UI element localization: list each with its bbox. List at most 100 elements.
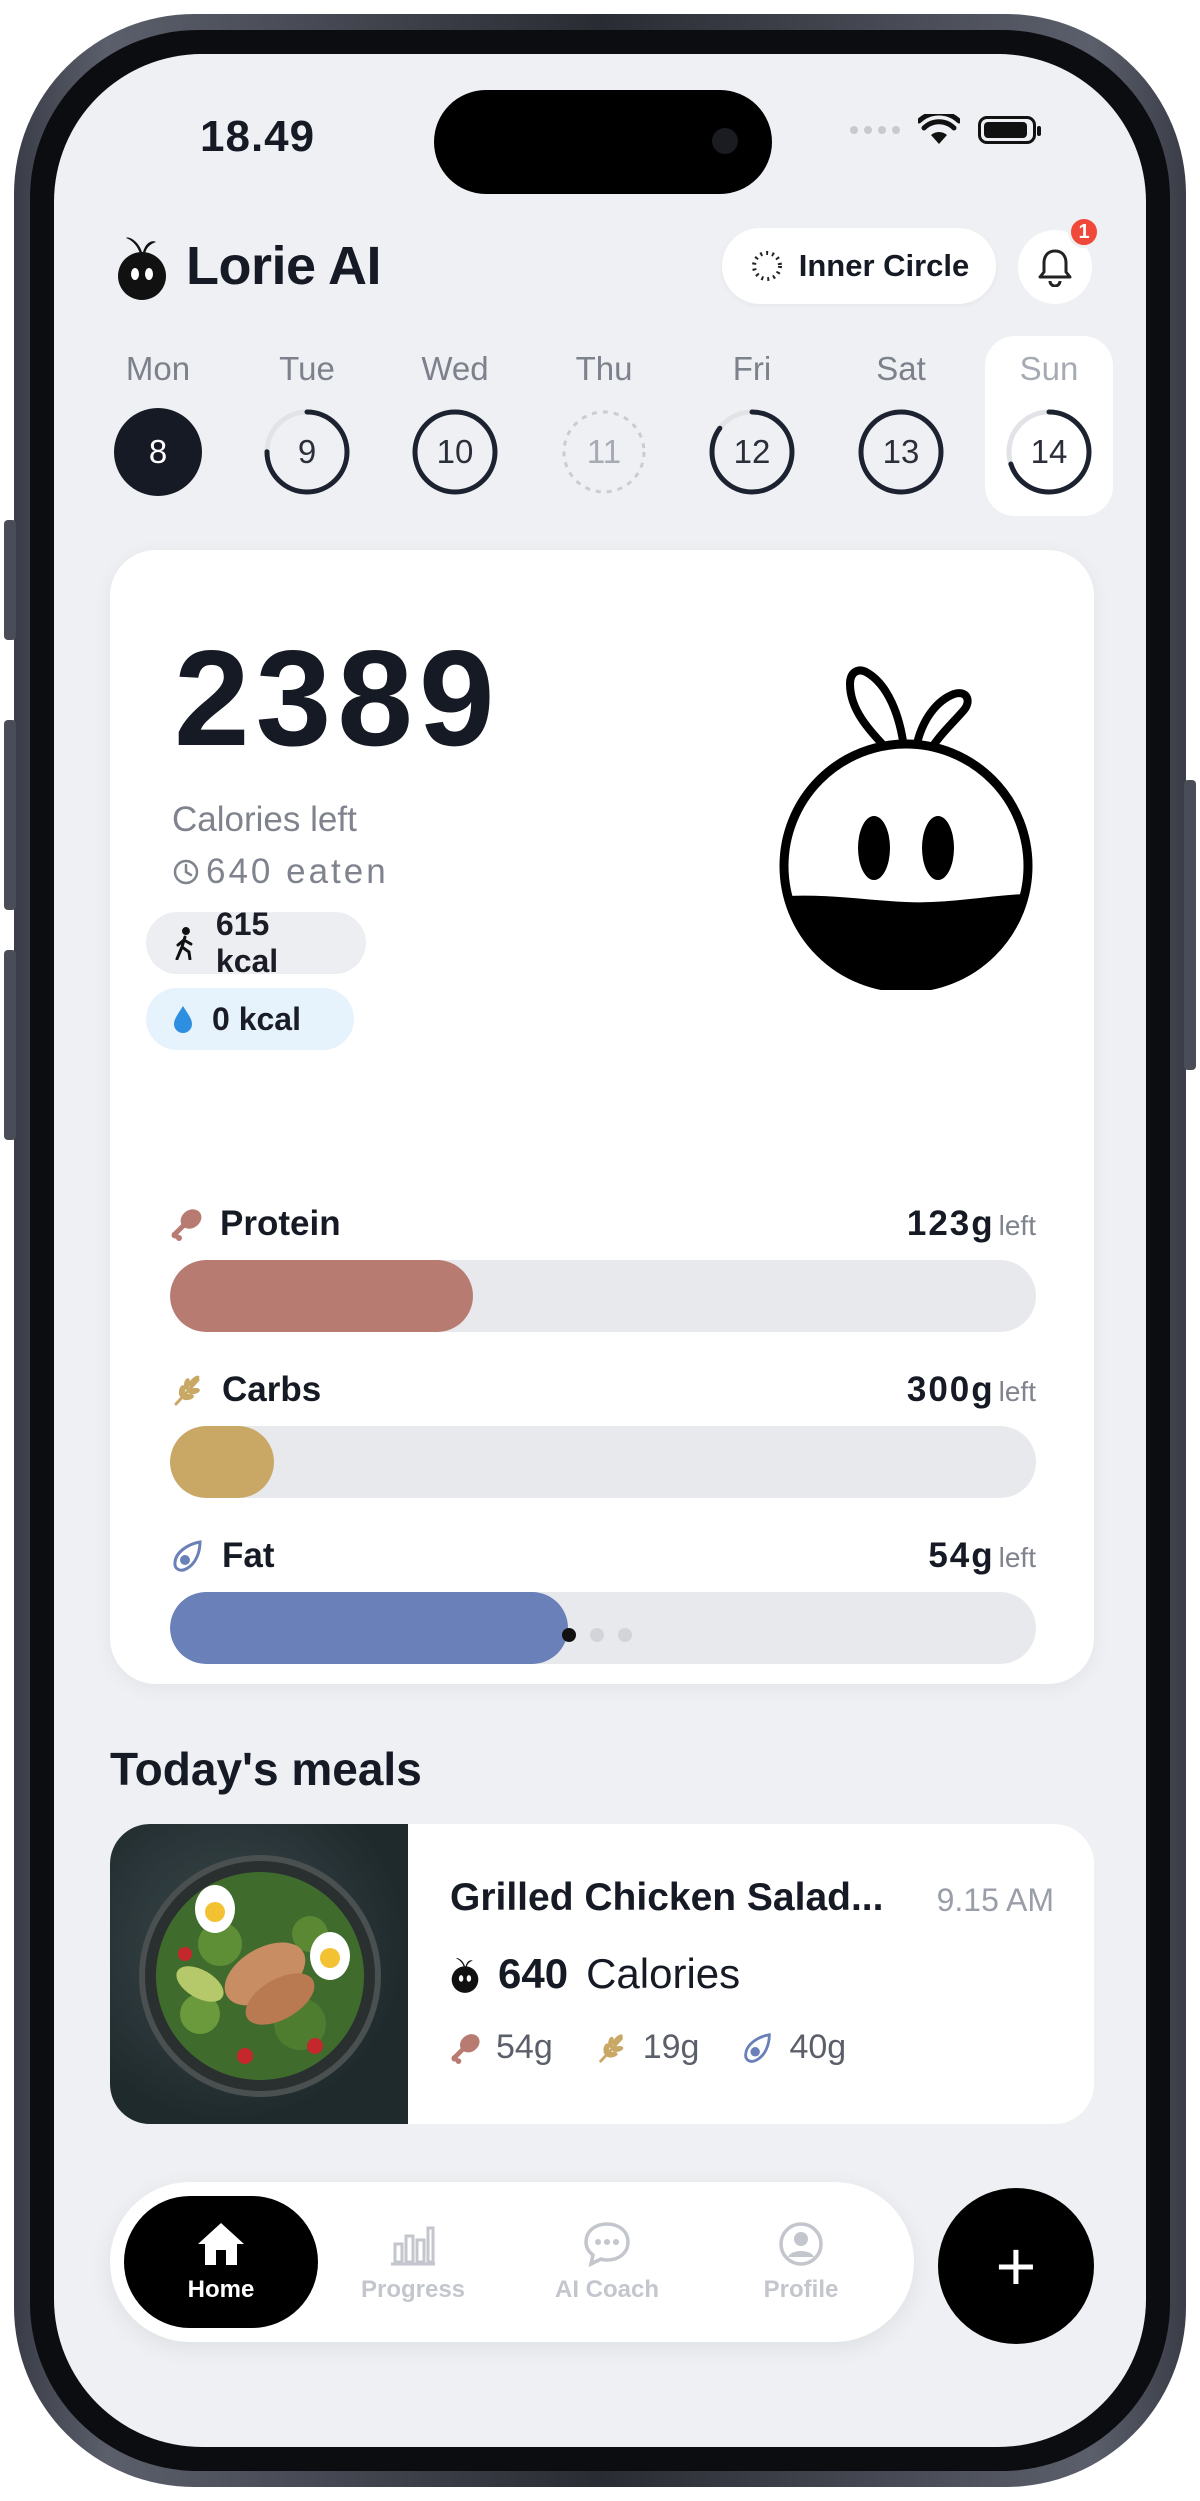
day-progress-ring: 14: [1003, 406, 1095, 498]
day-fri[interactable]: Fri 12: [688, 336, 816, 516]
nav-profile[interactable]: Profile: [704, 2196, 898, 2328]
power-button: [1184, 780, 1196, 1070]
home-icon: [198, 2223, 244, 2265]
day-progress-ring: 9: [261, 406, 353, 498]
protein-progress-bar: [170, 1260, 1036, 1332]
day-name: Mon: [125, 350, 191, 387]
app-screen: 18.49 Lorie AI Inner Circle 1 Mon 8 Tue …: [54, 54, 1146, 2447]
meal-fat: 40g: [789, 2028, 847, 2066]
card-pager[interactable]: [562, 1628, 632, 1642]
carbs-macro[interactable]: Carbs 300g left: [170, 1366, 1036, 1498]
notification-badge: 1: [1068, 216, 1100, 248]
meal-card[interactable]: Grilled Chicken Salad... 9.15 AM 640 Cal…: [110, 1824, 1094, 2124]
todays-meals-title: Today's meals: [110, 1743, 422, 1795]
protein-remaining: 123g: [906, 1204, 995, 1243]
calories-eaten: 640 eaten: [172, 852, 389, 892]
week-strip: Mon 8 Tue 9 Wed 10 Thu 11 Fri 12 Sat 13 Sun 14: [94, 336, 1134, 546]
drumstick-icon: [171, 1209, 202, 1241]
camera-icon: [712, 128, 738, 154]
battery-icon: [978, 116, 1041, 144]
day-date: 9: [297, 433, 317, 470]
add-meal-button[interactable]: +: [938, 2188, 1094, 2344]
fat-left-suffix: left: [998, 1542, 1036, 1573]
salad-bowl-illustration: [139, 1855, 381, 2097]
protein-macro[interactable]: Protein 123g left: [170, 1200, 1036, 1332]
water-value: 0 kcal: [212, 1000, 301, 1037]
mascot-illustration: [779, 666, 1033, 990]
carbs-progress-fill: [170, 1426, 274, 1498]
day-sun[interactable]: Sun 14: [985, 336, 1113, 516]
meal-calories-label: Calories: [586, 1950, 741, 1997]
day-date: 13: [882, 433, 920, 470]
nav-ai-coach[interactable]: AI Coach: [510, 2196, 704, 2328]
inner-circle-button[interactable]: Inner Circle: [722, 228, 996, 304]
pager-dot[interactable]: [590, 1628, 604, 1642]
volume-down-button: [4, 950, 16, 1140]
day-name: Wed: [421, 350, 489, 387]
fat-progress-fill: [170, 1592, 569, 1664]
app-header: Lorie AI: [116, 230, 382, 302]
pager-dot[interactable]: [562, 1628, 576, 1642]
bell-icon: [1038, 249, 1072, 287]
day-mon[interactable]: Mon 8: [94, 336, 222, 516]
protein-label: Protein: [220, 1204, 341, 1243]
day-name: Sun: [1019, 350, 1079, 387]
meal-carbs: 19g: [642, 2028, 700, 2066]
wifi-icon: [918, 114, 960, 144]
meal-photo: [110, 1824, 408, 2124]
day-progress-ring: 12: [706, 406, 798, 498]
meal-calories-value: 640: [498, 1950, 569, 1997]
day-tue[interactable]: Tue 9: [243, 336, 371, 516]
pager-dot[interactable]: [618, 1628, 632, 1642]
dotted-circle-icon: [751, 251, 782, 281]
burned-calories-pill[interactable]: 615 kcal: [146, 906, 366, 979]
profile-icon: [779, 2222, 823, 2266]
day-sat[interactable]: Sat 13: [837, 336, 965, 516]
calories-eaten-text: 640 eaten: [206, 852, 389, 891]
carbs-label: Carbs: [222, 1370, 322, 1409]
water-drop-icon: [174, 1006, 192, 1033]
status-icons: [850, 114, 1041, 146]
bottom-navigation: Home Progress AI Coach Profile: [110, 2182, 914, 2342]
day-date: 10: [436, 433, 474, 470]
day-name: Sat: [876, 350, 926, 387]
day-progress-ring: 10: [409, 406, 501, 498]
meal-time: 9.15 AM: [936, 1882, 1054, 1918]
day-thu[interactable]: Thu 11: [540, 336, 668, 516]
nav-progress-label: Progress: [360, 2276, 466, 2303]
fat-macro[interactable]: Fat 54g left: [170, 1532, 1036, 1664]
nav-home-label: Home: [187, 2276, 255, 2303]
chat-bubble-icon: [584, 2222, 630, 2268]
avocado-icon: [173, 1540, 202, 1572]
day-wed[interactable]: Wed 10: [391, 336, 519, 516]
protein-progress-fill: [170, 1260, 474, 1332]
meal-name: Grilled Chicken Salad...: [450, 1876, 884, 1919]
clock-icon: [173, 859, 199, 885]
nav-home[interactable]: Home: [124, 2196, 318, 2328]
status-time: 18.49: [200, 112, 316, 161]
nav-progress[interactable]: Progress: [316, 2196, 510, 2328]
dynamic-island: [434, 90, 772, 194]
burned-calories-value: 615 kcal: [215, 906, 279, 979]
day-date: 11: [586, 433, 622, 470]
day-date: 8: [148, 433, 168, 470]
day-progress-ring: 13: [855, 406, 947, 498]
day-date: 14: [1030, 433, 1068, 470]
day-name: Tue: [279, 350, 335, 387]
calories-left-value: 2389: [174, 622, 501, 774]
meal-protein: 54g: [496, 2028, 553, 2066]
meal-macros: 54g 19g 40g: [450, 2028, 868, 2067]
meal-calories: 640 Calories: [450, 1950, 740, 1998]
carbs-remaining: 300g: [906, 1370, 995, 1409]
nav-profile-label: Profile: [763, 2276, 839, 2303]
avocado-icon: [744, 2032, 772, 2063]
nav-ai-coach-label: AI Coach: [554, 2276, 659, 2303]
app-title: Lorie AI: [186, 236, 382, 296]
wheat-icon: [174, 1375, 200, 1406]
calories-left-label: Calories left: [172, 800, 357, 839]
water-pill[interactable]: 0 kcal: [146, 988, 354, 1050]
bar-chart-icon: [391, 2226, 435, 2266]
volume-up-button: [4, 720, 16, 910]
drumstick-icon: [451, 2033, 480, 2064]
nutrition-summary-card[interactable]: 2389 Calories left 640 eaten 615 kcal 0 …: [110, 550, 1094, 1684]
